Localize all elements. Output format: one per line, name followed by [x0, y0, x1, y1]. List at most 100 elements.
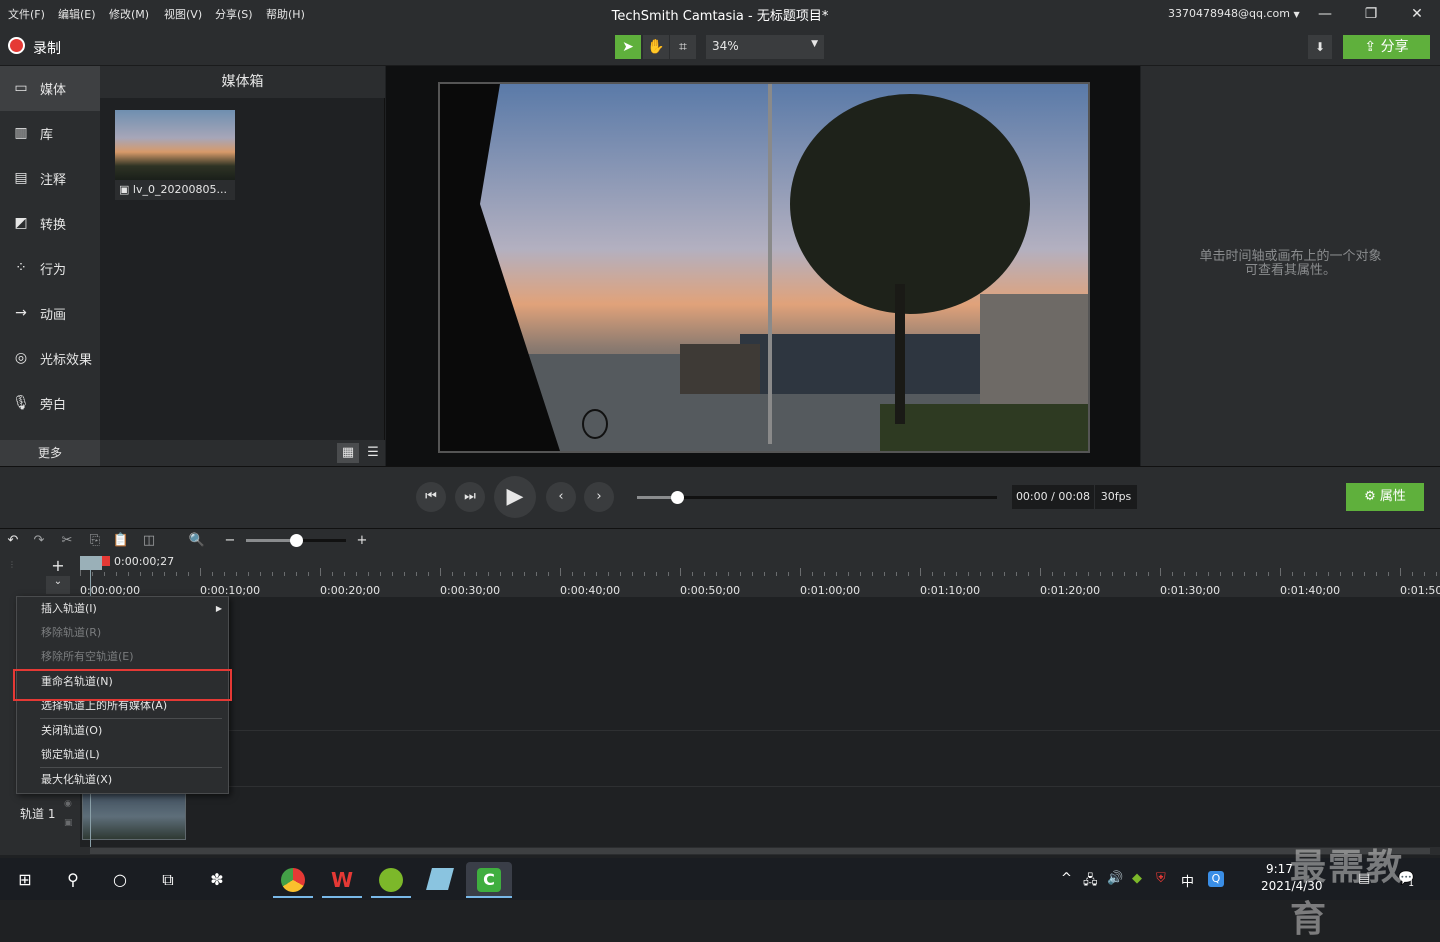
zoom-button[interactable]: 🔍 [186, 531, 208, 551]
volume-icon[interactable]: 🔊 [1107, 871, 1123, 886]
crop-tool-button[interactable]: ⌗ [670, 35, 696, 59]
network-icon[interactable]: 🖧 [1083, 871, 1098, 893]
split-button[interactable]: ◫ [138, 531, 160, 551]
sidebar-item-cursor-effects[interactable]: ◎ 光标效果 [0, 336, 100, 381]
sidebar-item-narration[interactable]: 🎙 旁白 [0, 381, 100, 426]
timeline-zoom-handle[interactable] [290, 534, 303, 547]
step-back-icon: ⏮ [425, 489, 437, 504]
properties-button[interactable]: ⚙ 属性 [1346, 483, 1424, 511]
playhead-handle[interactable] [80, 556, 102, 570]
ruler-tick [128, 572, 129, 576]
pan-tool-button[interactable]: ✋ [643, 35, 669, 59]
minimize-button[interactable]: — [1313, 4, 1337, 24]
security-icon[interactable]: ⛨ [1156, 871, 1166, 886]
zoom-in-button[interactable]: + [351, 531, 373, 551]
menu-close-track[interactable]: 关闭轨道(O) [17, 719, 228, 743]
taskbar-indicator [322, 896, 362, 898]
select-tool-button[interactable]: ➤ [615, 35, 641, 59]
search-icon: 🔍 [188, 533, 206, 548]
ruler-tick [440, 568, 441, 576]
media-thumbnail[interactable] [115, 110, 235, 180]
record-button[interactable]: 录制 [33, 38, 61, 58]
redo-button[interactable]: ↷ [28, 531, 50, 551]
scrubber-track[interactable] [637, 496, 997, 499]
sidebar-item-label: 动画 [40, 308, 67, 323]
play-button[interactable]: ▶ [494, 476, 536, 518]
sidebar-item-transitions[interactable]: ◩ 转换 [0, 201, 100, 246]
menu-lock-track[interactable]: 锁定轨道(L) [17, 743, 228, 767]
media-item-label[interactable]: ▣ lv_0_20200805... [115, 180, 235, 200]
ruler-tick [404, 572, 405, 576]
sidebar-item-library[interactable]: ▥ 库 [0, 111, 100, 156]
start-button[interactable]: ⊞ [10, 865, 40, 895]
task-view-button[interactable]: ⧉ [153, 865, 183, 895]
pinwheel-app-button[interactable]: ✽ [202, 865, 232, 895]
sidebar-item-behaviors[interactable]: ⁘ 行为 [0, 246, 100, 291]
ruler-tick [848, 572, 849, 576]
record-icon[interactable] [8, 37, 25, 54]
menu-remove-track: 移除轨道(R) [41, 626, 102, 639]
restore-button[interactable]: ❐ [1359, 4, 1383, 24]
step-back-button[interactable]: ⏮ [416, 482, 446, 512]
qq-icon[interactable]: Q [1208, 871, 1224, 887]
more-button[interactable]: 更多 [0, 440, 100, 466]
share-button[interactable]: ⇪ 分享 [1343, 35, 1430, 59]
chevron-left-icon: ‹ [558, 489, 564, 504]
close-button[interactable]: ✕ [1405, 4, 1429, 24]
animation-icon: → [15, 305, 27, 321]
cut-button[interactable]: ✂ [56, 531, 78, 551]
wps-app-button[interactable]: W [322, 862, 362, 898]
notes-app-button[interactable] [420, 862, 460, 898]
timeline-tracks[interactable] [80, 597, 1440, 855]
nvidia-icon[interactable]: ◆ [1132, 871, 1142, 886]
sidebar-item-media[interactable]: ▭ 媒体 [0, 66, 100, 111]
ruler-tick [236, 572, 237, 576]
menu-maximize-track[interactable]: 最大化轨道(X) [17, 768, 228, 792]
ime-indicator[interactable]: 中 [1181, 871, 1194, 890]
chrome-app-button[interactable] [273, 862, 313, 898]
cortana-button[interactable]: ○ [105, 865, 135, 895]
media-clip[interactable] [82, 793, 186, 840]
video-frame[interactable] [438, 82, 1090, 453]
sidebar-item-animations[interactable]: → 动画 [0, 291, 100, 336]
behavior-icon: ⁘ [15, 260, 27, 276]
list-view-button[interactable]: ☰ [362, 443, 384, 463]
copy-button[interactable]: ⎘ [84, 531, 106, 551]
eye-icon[interactable]: ◉ [64, 799, 72, 809]
lock-icon[interactable]: ▣ [64, 818, 73, 828]
previous-button[interactable]: ‹ [546, 482, 576, 512]
step-forward-button[interactable]: ⏭ [455, 482, 485, 512]
media-bin-title: 媒体箱 [100, 66, 385, 98]
zoom-out-button[interactable]: − [219, 531, 241, 551]
paste-button[interactable]: 📋 [110, 531, 132, 551]
scrubber-handle[interactable] [670, 491, 684, 504]
ruler-tick [224, 572, 225, 576]
zoom-select[interactable]: 34% ▼ [706, 35, 824, 59]
playhead-marker[interactable] [102, 556, 110, 566]
download-button[interactable]: ⬇ [1308, 35, 1332, 59]
ruler-tick [500, 572, 501, 576]
undo-button[interactable]: ↶ [2, 531, 24, 551]
camtasia-app-button[interactable]: C [466, 862, 512, 898]
ruler-tick [1052, 572, 1053, 576]
ruler-tick-label: 0:01:30;00 [1160, 584, 1221, 597]
track-1-label[interactable]: 轨道 1 [20, 805, 55, 822]
grid-view-button[interactable]: ▦ [337, 443, 359, 463]
menu-insert-track[interactable]: 插入轨道(I) ▶ [17, 597, 228, 621]
track-options-button[interactable]: ⌄ [46, 576, 70, 594]
fps-display[interactable]: 30fps [1095, 485, 1137, 509]
ruler-tick [728, 572, 729, 576]
sidebar-item-annotations[interactable]: ▤ 注释 [0, 156, 100, 201]
ruler-tick [1316, 572, 1317, 576]
search-button[interactable]: ⚲ [58, 865, 88, 895]
chevron-up-icon[interactable]: ^ [1061, 871, 1072, 886]
clock-time[interactable]: 9:17 [1266, 862, 1293, 876]
green-app-button[interactable] [371, 862, 411, 898]
ruler-tick [1136, 572, 1137, 576]
account-menu[interactable]: 3370478948@qq.com ▼ [1168, 7, 1300, 20]
ruler-tick [1256, 572, 1257, 576]
add-track-button[interactable]: + [46, 556, 70, 575]
timeline-scrollbar-thumb[interactable] [90, 848, 1430, 854]
next-button[interactable]: › [584, 482, 614, 512]
ruler-tick [104, 572, 105, 576]
